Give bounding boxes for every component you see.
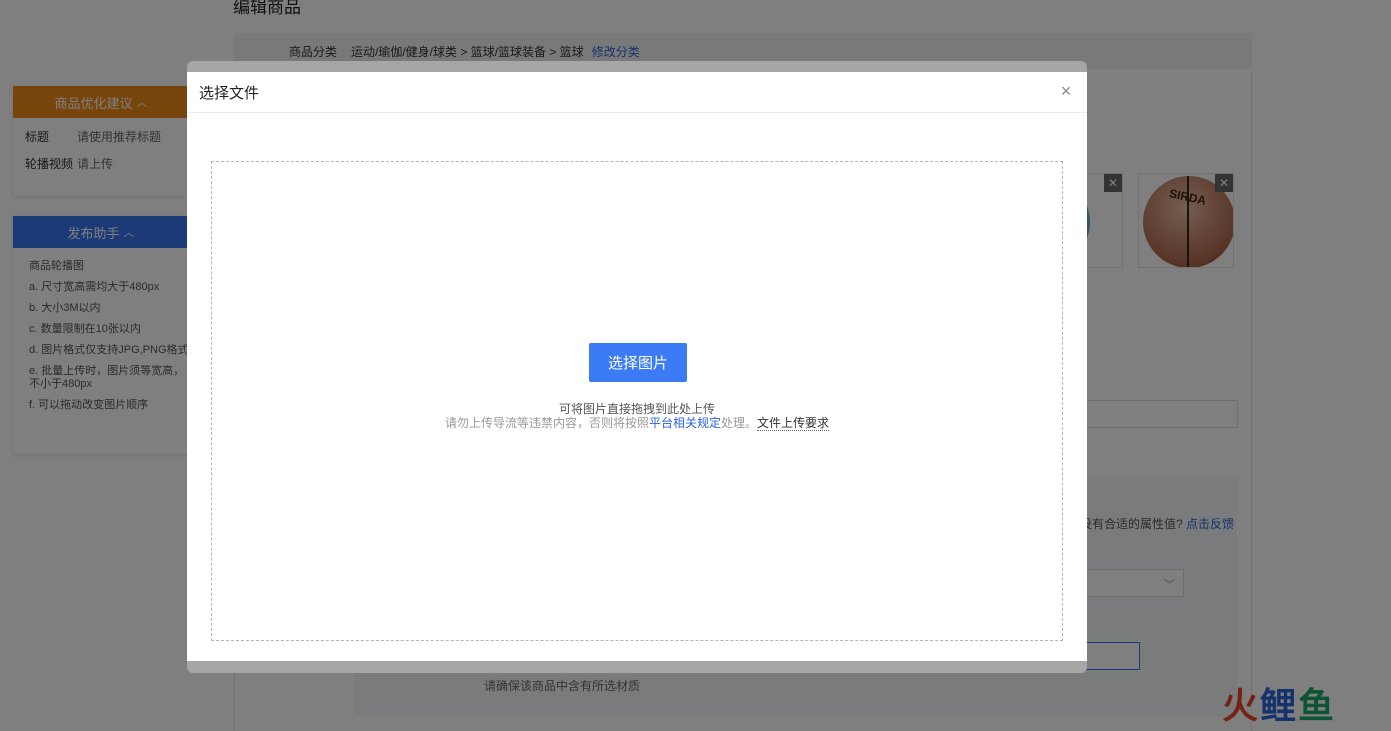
close-icon[interactable]: × [1057,82,1075,100]
dialog-header: 选择文件 × [187,72,1087,113]
note-prefix: 请勿上传导流等违禁内容，否则将按照 [444,416,649,430]
upload-drop-zone[interactable]: 选择图片 可将图片直接拖拽到此处上传 请勿上传导流等违禁内容，否则将按照平台相关… [211,161,1063,641]
note-middle: 处理。 [721,416,758,430]
choose-image-button[interactable]: 选择图片 [589,343,687,382]
dialog-title: 选择文件 [199,84,260,102]
select-file-dialog: 选择文件 × 选择图片 可将图片直接拖拽到此处上传 请勿上传导流等违禁内容，否则… [187,72,1087,661]
upload-note: 请勿上传导流等违禁内容，否则将按照平台相关规定处理。文件上传要求 [212,416,1062,431]
upload-requirements-link[interactable]: 文件上传要求 [757,416,830,431]
platform-rules-link[interactable]: 平台相关规定 [649,416,721,430]
drag-hint: 可将图片直接拖拽到此处上传 [558,402,715,416]
